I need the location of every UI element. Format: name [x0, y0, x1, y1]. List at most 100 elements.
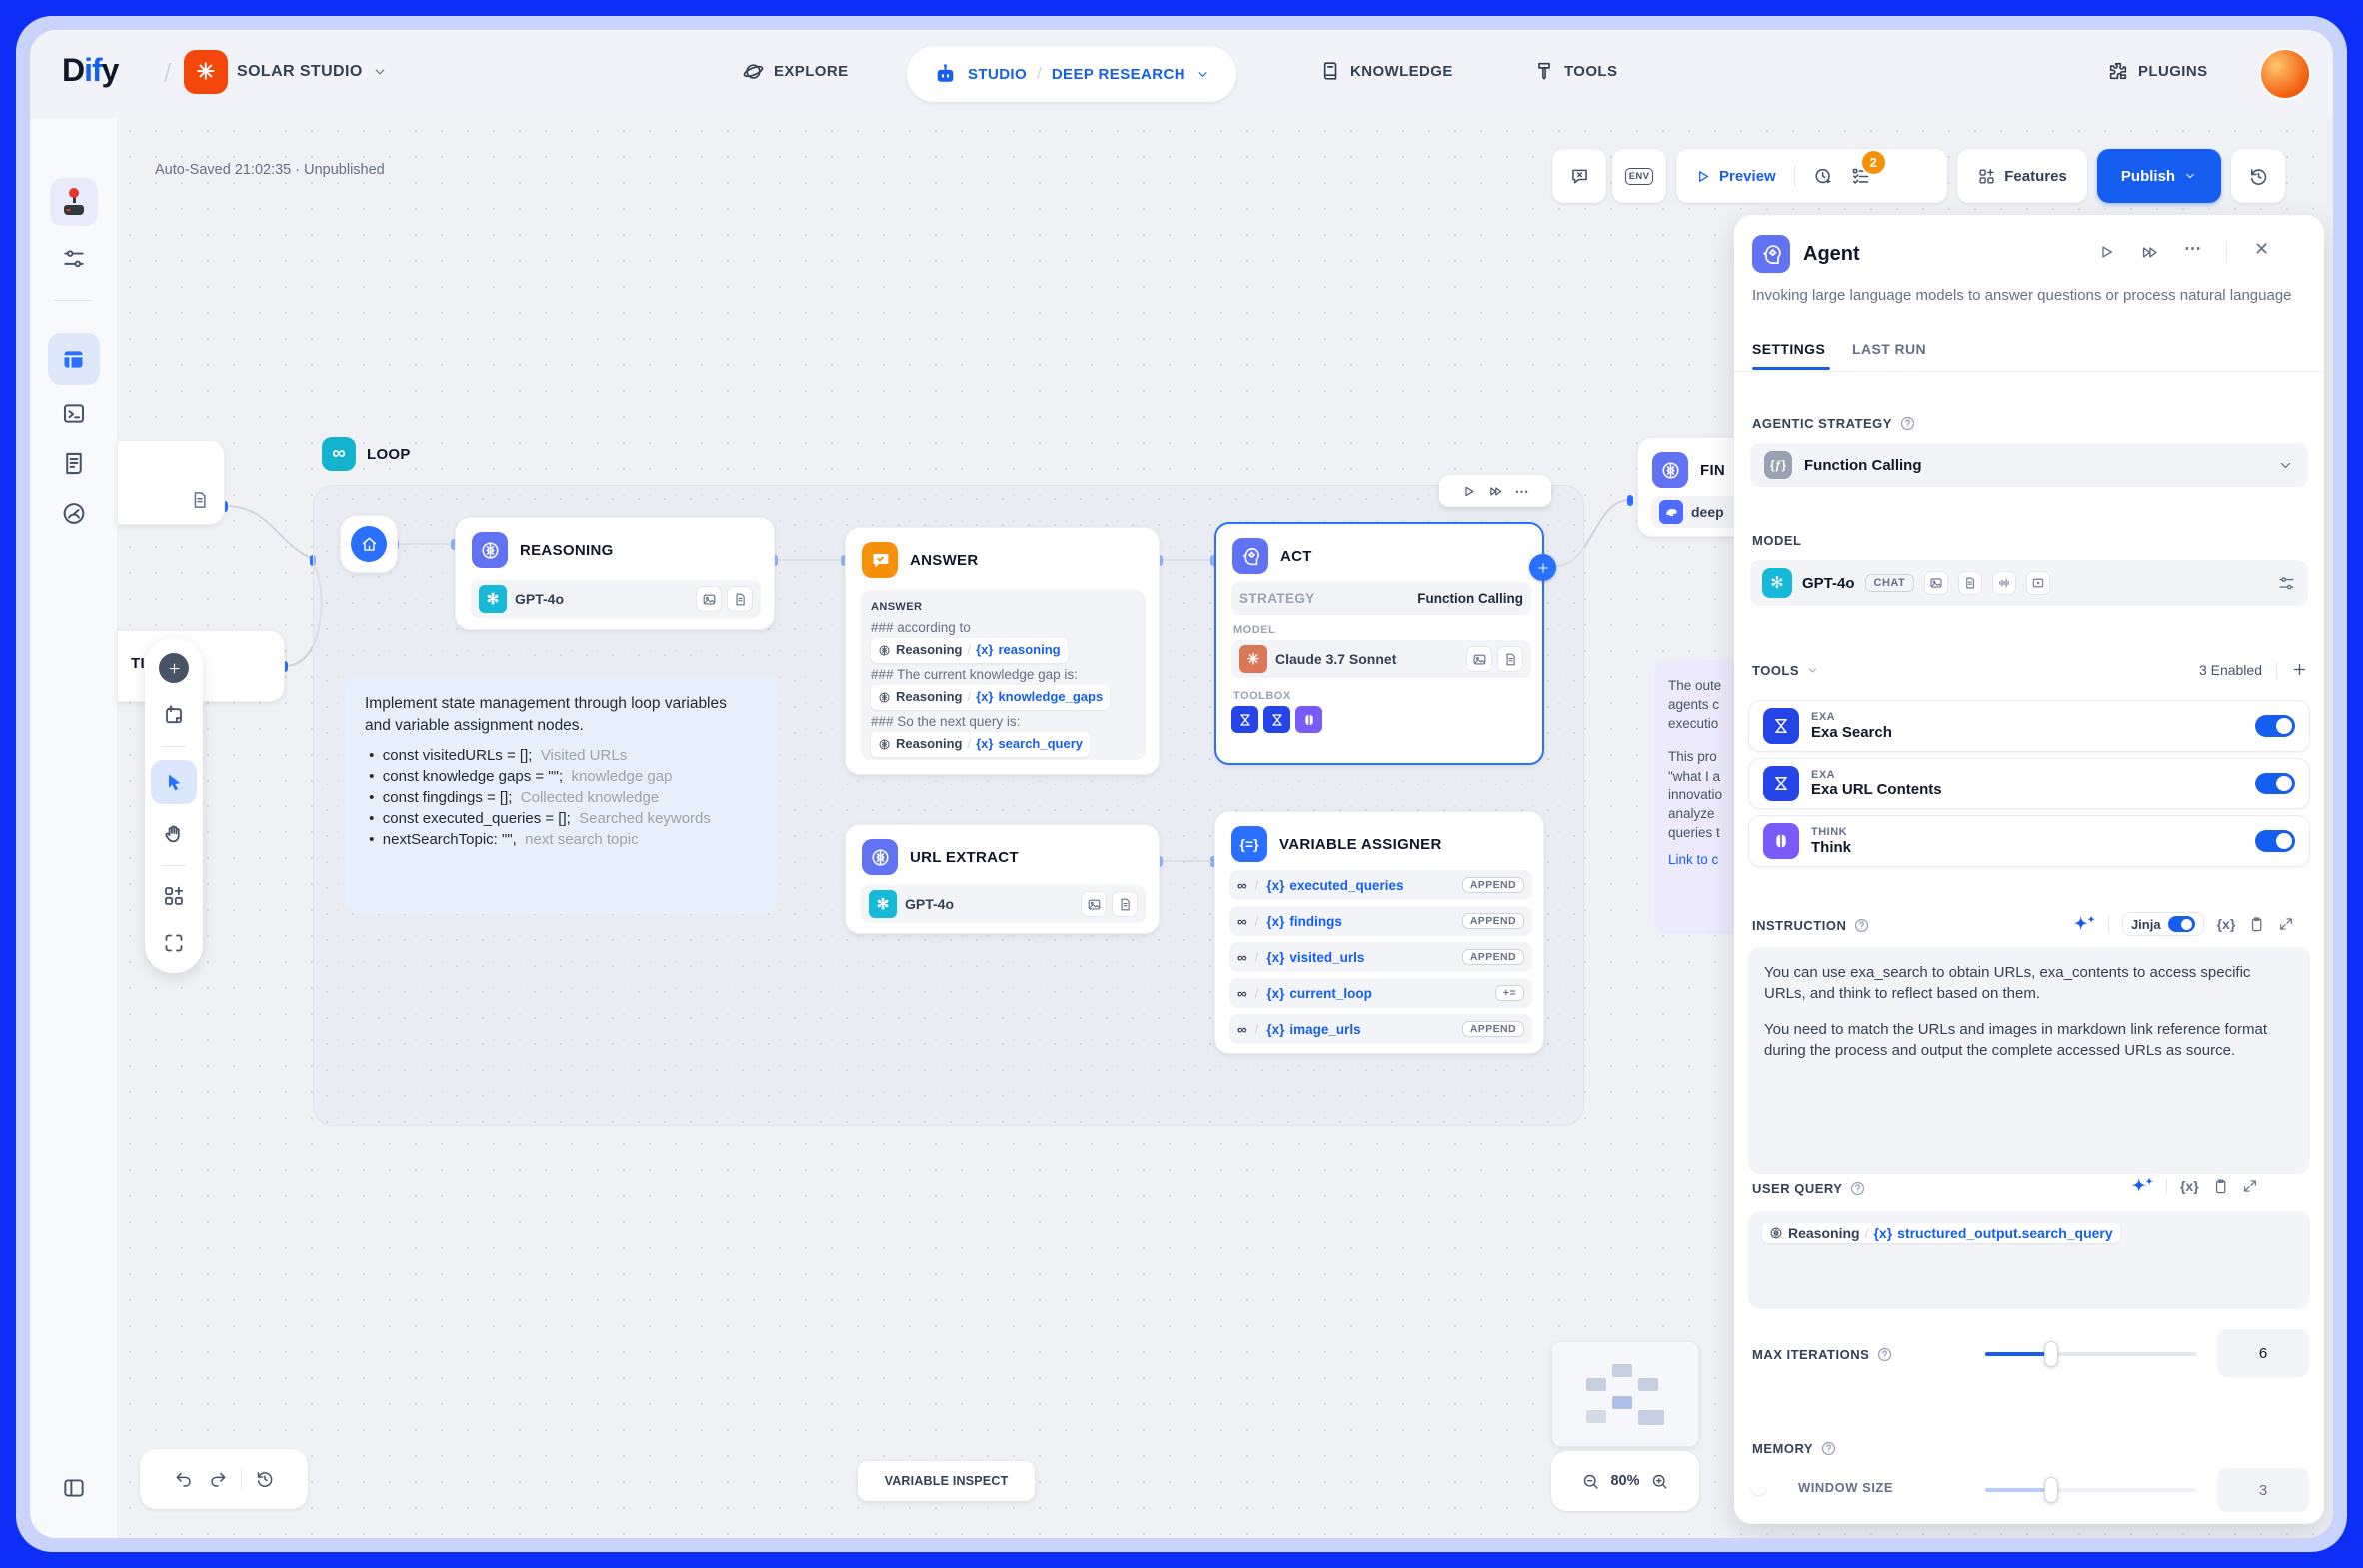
add-tool-button[interactable]	[2291, 661, 2308, 678]
nav-plugins[interactable]: PLUGINS	[2107, 60, 2207, 82]
assigner-row[interactable]: ∞/{x}findingsAPPEND	[1229, 906, 1532, 936]
insert-variable-button[interactable]: {x}	[2217, 916, 2236, 932]
expand-icon[interactable]	[2242, 1178, 2258, 1194]
tab-last-run[interactable]: LAST RUN	[1852, 341, 1926, 357]
version-history-button[interactable]	[2231, 149, 2285, 203]
max-iterations-slider[interactable]	[1985, 1352, 2196, 1356]
agentic-strategy-select[interactable]: {ƒ} Function Calling	[1750, 443, 2308, 487]
publish-button[interactable]: Publish	[2097, 149, 2221, 203]
answer-node[interactable]: ANSWER ANSWER ### according to Reasoning…	[845, 527, 1160, 775]
copy-icon[interactable]	[2248, 916, 2265, 933]
loop-node-header[interactable]: ∞ LOOP	[322, 437, 411, 471]
tab-settings-active[interactable]: SETTINGS	[1752, 341, 1825, 357]
change-history-button[interactable]	[248, 1462, 282, 1496]
insert-variable-button[interactable]: {x}	[2180, 1178, 2199, 1194]
rail-orchestrate-button[interactable]	[61, 246, 87, 272]
organize-nodes-button[interactable]	[157, 880, 191, 913]
run-node-icon[interactable]	[1461, 484, 1476, 499]
max-iterations-value[interactable]: 6	[2217, 1329, 2309, 1377]
loop-start-node[interactable]	[340, 515, 398, 573]
fast-forward-icon	[2140, 243, 2159, 262]
model-params-icon[interactable]	[2277, 574, 2296, 593]
variable-pill[interactable]: Reasoning/{x}structured_output.search_qu…	[1762, 1223, 2120, 1243]
panel-more-button[interactable]: ⋯	[2184, 239, 2201, 259]
checklist-button[interactable]: 2	[1850, 166, 1871, 187]
nav-studio[interactable]: STUDIO	[968, 66, 1027, 83]
exa-tool-icon[interactable]	[1263, 706, 1290, 733]
think-tool-icon[interactable]	[1295, 706, 1322, 733]
slider-thumb[interactable]	[2044, 1341, 2058, 1367]
rail-monitor-button[interactable]	[60, 500, 87, 527]
features-button[interactable]: Features	[1957, 149, 2087, 203]
nav-tools[interactable]: TOOLS	[1533, 60, 1617, 82]
nav-explore[interactable]: EXPLORE	[742, 60, 848, 83]
exa-tool-icon[interactable]	[1231, 706, 1258, 733]
fit-view-button[interactable]	[157, 926, 191, 959]
undo-button[interactable]	[167, 1462, 201, 1496]
run-history-icon[interactable]	[1813, 166, 1834, 187]
tool-card-think[interactable]: THINKThink	[1748, 815, 2310, 867]
user-query-editor[interactable]: Reasoning/{x}structured_output.search_qu…	[1748, 1211, 2310, 1309]
variable-pill[interactable]: Reasoning/{x}knowledge_gaps	[871, 685, 1110, 710]
tool-card-exa-url-contents[interactable]: EXAExa URL Contents	[1748, 758, 2310, 809]
tool-card-exa-search[interactable]: EXAExa Search	[1748, 700, 2310, 752]
rail-terminal-button[interactable]	[60, 400, 87, 427]
chevron-down-icon[interactable]	[1195, 67, 1210, 82]
url-extract-model-row[interactable]: ✻ GPT-4o	[861, 885, 1146, 923]
assigner-row[interactable]: ∞/{x}visited_urlsAPPEND	[1229, 942, 1532, 972]
zoom-level[interactable]: 80%	[1610, 1473, 1639, 1489]
add-note-button[interactable]	[157, 699, 191, 732]
act-model-row[interactable]: ✳ Claude 3.7 Sonnet	[1231, 640, 1531, 678]
model-select[interactable]: ✻ GPT-4o CHAT	[1750, 560, 2308, 606]
assigner-row[interactable]: ∞/{x}current_loop+=	[1229, 978, 1532, 1008]
workspace-switcher[interactable]: ✳ SOLAR STUDIO	[184, 50, 388, 94]
more-options-icon[interactable]: ⋯	[1515, 483, 1530, 500]
reasoning-node-icon	[1769, 1226, 1783, 1240]
expand-icon[interactable]	[2278, 916, 2294, 932]
tool-toggle-on[interactable]	[2255, 773, 2295, 794]
nav-deep-research[interactable]: DEEP RESEARCH	[1052, 66, 1185, 83]
env-variables-button[interactable]: ENV	[1612, 149, 1666, 203]
tool-toggle-on[interactable]	[2255, 715, 2295, 737]
panel-run-button[interactable]	[2097, 243, 2115, 261]
variable-assigner-node[interactable]: {=} VARIABLE ASSIGNER ∞/{x}executed_quer…	[1214, 811, 1544, 1054]
assigner-row[interactable]: ∞/{x}executed_queriesAPPEND	[1229, 870, 1532, 900]
loop-note[interactable]: Implement state management through loop …	[345, 675, 777, 914]
redo-button[interactable]	[201, 1462, 235, 1496]
chat-clear-button[interactable]	[1552, 149, 1606, 203]
panel-close-button[interactable]: ✕	[2254, 239, 2269, 260]
assigner-row[interactable]: ∞/{x}image_urlsAPPEND	[1229, 1014, 1532, 1044]
zoom-out-icon[interactable]	[1581, 1472, 1600, 1491]
hand-mode-button[interactable]	[157, 818, 191, 851]
partial-node-left[interactable]	[117, 440, 225, 525]
panel-run-through-button[interactable]	[2140, 243, 2159, 262]
tool-toggle-on[interactable]	[2255, 830, 2295, 852]
generate-prompt-icon[interactable]: ✦✦	[2074, 914, 2095, 934]
dify-logo[interactable]: Dify	[62, 52, 118, 89]
pointer-mode-button-active[interactable]	[151, 760, 197, 803]
variable-pill[interactable]: Reasoning/{x}reasoning	[871, 638, 1068, 663]
add-node-button[interactable]	[157, 652, 191, 685]
run-through-icon[interactable]	[1488, 484, 1503, 499]
reasoning-node[interactable]: REASONING ✻ GPT-4o	[455, 517, 775, 630]
zoom-in-icon[interactable]	[1650, 1472, 1669, 1491]
act-node-selected[interactable]: ACT STRATEGY Function Calling MODEL ✳ Cl…	[1214, 522, 1544, 765]
url-extract-node[interactable]: URL EXTRACT ✻ GPT-4o	[845, 824, 1160, 934]
nav-knowledge[interactable]: KNOWLEDGE	[1319, 60, 1453, 82]
assigner-title: VARIABLE ASSIGNER	[1279, 836, 1442, 853]
user-avatar[interactable]	[2261, 50, 2309, 98]
variable-inspect-button[interactable]: VARIABLE INSPECT	[858, 1461, 1035, 1501]
add-next-node-button[interactable]	[1529, 554, 1556, 581]
minimap[interactable]	[1551, 1341, 1699, 1447]
copy-icon[interactable]	[2212, 1178, 2229, 1195]
preview-button[interactable]: Preview	[1719, 168, 1776, 185]
generate-prompt-icon[interactable]: ✦✦	[2132, 1176, 2153, 1196]
instruction-editor[interactable]: You can use exa_search to obtain URLs, e…	[1748, 947, 2310, 1174]
app-icon-tile[interactable]	[50, 178, 98, 226]
jinja-toggle-group[interactable]: Jinja	[2122, 912, 2204, 936]
rail-workflow-button-active[interactable]	[48, 333, 100, 385]
variable-pill[interactable]: Reasoning/{x}search_query	[871, 732, 1090, 757]
rail-logs-button[interactable]	[60, 450, 87, 477]
reasoning-model-row[interactable]: ✻ GPT-4o	[471, 580, 761, 618]
collapse-sidebar-button[interactable]	[61, 1475, 87, 1501]
